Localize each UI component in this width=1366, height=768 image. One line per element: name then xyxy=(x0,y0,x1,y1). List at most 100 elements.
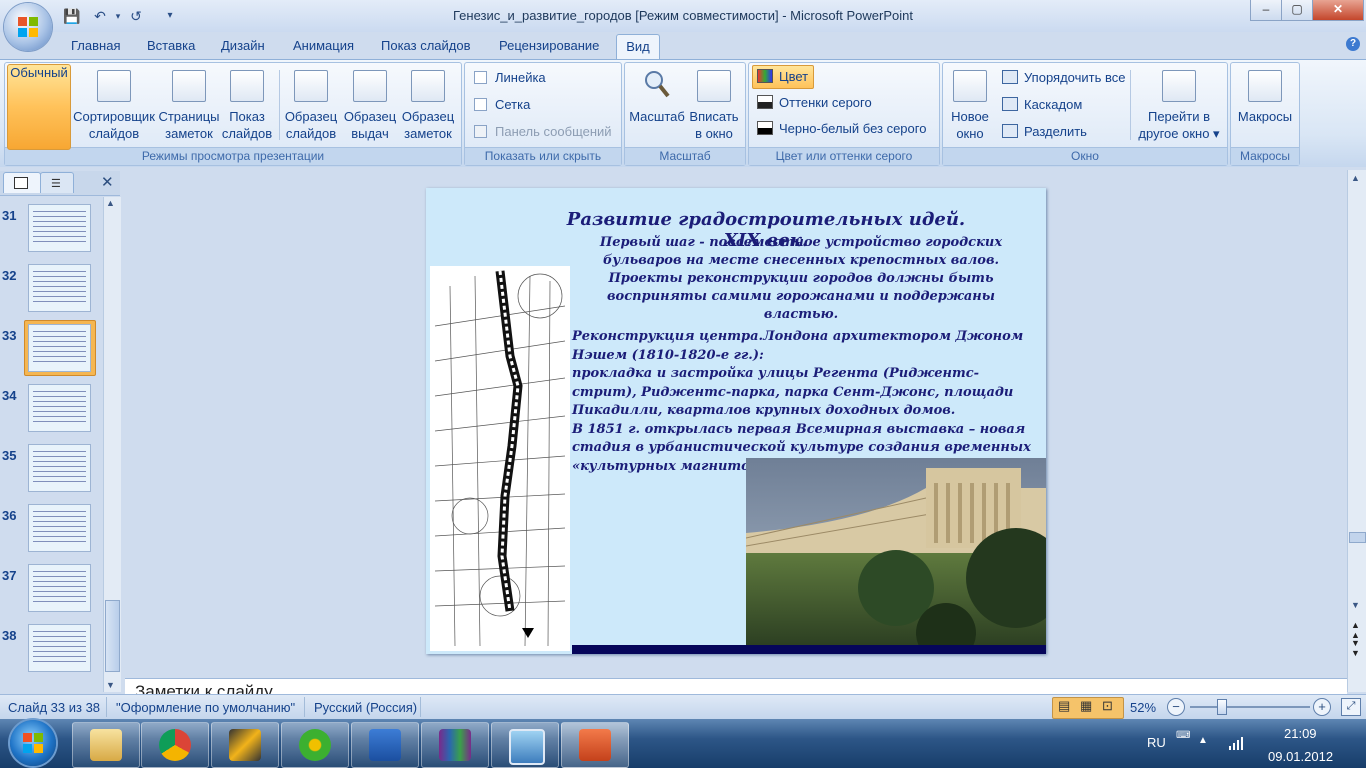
arrange-all-button[interactable]: Упорядочить все xyxy=(1002,70,1125,85)
tab-slides[interactable] xyxy=(3,172,41,193)
tab-outline[interactable]: ☰ xyxy=(40,172,74,193)
zoom-slider-track[interactable] xyxy=(1190,706,1310,708)
notes-pane[interactable]: Заметки к слайду xyxy=(125,678,1347,701)
handout-master-icon xyxy=(353,70,387,102)
thumbnail-text-line xyxy=(33,281,86,282)
language-indicator[interactable]: Русский (Россия) xyxy=(314,700,417,715)
tab-home[interactable]: Главная xyxy=(71,38,120,53)
help-icon[interactable]: ? xyxy=(1346,37,1360,51)
close-button[interactable]: ✕ xyxy=(1312,0,1364,21)
color-button[interactable]: Цвет xyxy=(752,65,814,89)
slide-thumbnail[interactable] xyxy=(28,384,91,432)
regent-street-map-image[interactable] xyxy=(430,266,570,651)
slide-thumbnail[interactable] xyxy=(28,324,91,372)
normal-view-status-icon[interactable]: ▤ xyxy=(1058,698,1070,714)
new-window-button[interactable]: Новое окно xyxy=(944,66,996,146)
zoom-button[interactable]: Масштаб xyxy=(628,66,686,146)
slide-subtitle[interactable]: Первый шаг - повсеместное устройство гор… xyxy=(571,234,1031,324)
scroll-thumb[interactable] xyxy=(105,600,120,672)
zoom-level[interactable]: 52% xyxy=(1130,700,1156,715)
slide-thumbnail[interactable] xyxy=(28,504,91,552)
previous-slide-icon[interactable]: ▲ ▲ xyxy=(1351,620,1360,640)
slide-show-button[interactable]: Показ слайдов xyxy=(220,66,274,146)
grid-checkbox[interactable]: Сетка xyxy=(474,97,530,112)
start-button[interactable] xyxy=(10,720,56,766)
zoom-out-button[interactable]: − xyxy=(1167,698,1185,716)
normal-view-button[interactable]: Обычный xyxy=(7,64,71,150)
word-icon xyxy=(369,729,401,761)
taskbar-powerpoint[interactable] xyxy=(561,722,629,768)
split-button[interactable]: Разделить xyxy=(1002,124,1087,139)
tab-view[interactable]: Вид xyxy=(616,34,660,61)
checkbox-box xyxy=(474,125,487,138)
network-icon[interactable] xyxy=(1228,736,1246,750)
label: в окно xyxy=(695,126,733,141)
office-button[interactable] xyxy=(4,3,52,51)
slide-body-text[interactable]: Реконструкция центра.Лондона архитекторо… xyxy=(572,328,1040,476)
thumbnail-number: 35 xyxy=(2,448,17,463)
next-slide-icon[interactable]: ▼ ▼ xyxy=(1351,638,1360,658)
slide-thumbnail[interactable] xyxy=(28,564,91,612)
switch-windows-icon xyxy=(1162,70,1196,102)
tab-design[interactable]: Дизайн xyxy=(221,38,265,53)
zoom-slider-thumb[interactable] xyxy=(1217,699,1228,715)
thumbnail-text-line xyxy=(33,451,86,452)
zoom-in-button[interactable]: + xyxy=(1313,698,1331,716)
label: Масштаб xyxy=(629,109,685,124)
clock-date[interactable]: 09.01.2012 xyxy=(1268,749,1333,764)
switch-windows-button[interactable]: Перейти в другое окно ▾ xyxy=(1134,66,1224,146)
theme-name[interactable]: "Оформление по умолчанию" xyxy=(116,700,295,715)
scroll-thumb[interactable] xyxy=(1349,532,1366,543)
taskbar-icq[interactable] xyxy=(281,722,349,768)
editor-scrollbar[interactable] xyxy=(1347,170,1366,692)
scroll-down-icon[interactable]: ▼ xyxy=(106,680,115,690)
slide-thumbnail[interactable] xyxy=(28,624,91,672)
clock-time[interactable]: 21:09 xyxy=(1284,726,1317,741)
close-panel-icon[interactable]: ✕ xyxy=(101,173,114,191)
cascade-button[interactable]: Каскадом xyxy=(1002,97,1082,112)
taskbar-chrome[interactable] xyxy=(141,722,209,768)
group-label: Показать или скрыть xyxy=(465,147,621,165)
tab-review[interactable]: Рецензирование xyxy=(499,38,599,53)
tray-expand-icon[interactable]: ▲ xyxy=(1198,735,1208,746)
slideshow-status-icon[interactable]: ⊡ xyxy=(1102,698,1113,714)
taskbar-winamp[interactable] xyxy=(211,722,279,768)
taskbar-photo-viewer[interactable] xyxy=(491,722,559,768)
tab-animation[interactable]: Анимация xyxy=(293,38,354,53)
taskbar-word[interactable] xyxy=(351,722,419,768)
taskbar-explorer[interactable] xyxy=(72,722,140,768)
sorter-view-status-icon[interactable]: ▦ xyxy=(1080,698,1092,714)
scroll-up-icon[interactable]: ▲ xyxy=(1351,173,1360,183)
slide-thumbnail[interactable] xyxy=(28,204,91,252)
current-slide[interactable]: Развитие градостроительных идей. XIX век… xyxy=(426,188,1046,654)
fit-to-window-button[interactable]: Вписать в окно xyxy=(686,66,742,146)
notes-master-button[interactable]: Образец заметок xyxy=(399,66,457,146)
keyboard-icon[interactable]: ⌨ xyxy=(1176,730,1190,741)
slide-thumbnail[interactable] xyxy=(28,264,91,312)
slide-master-icon xyxy=(294,70,328,102)
tab-insert[interactable]: Вставка xyxy=(147,38,195,53)
slide-sorter-button[interactable]: Сортировщик слайдов xyxy=(71,66,157,146)
minimize-button[interactable]: – xyxy=(1250,0,1282,21)
slide-thumbnail[interactable] xyxy=(28,444,91,492)
cascade-icon xyxy=(1002,97,1018,111)
language-tray[interactable]: RU xyxy=(1147,735,1166,750)
macros-icon xyxy=(1248,70,1282,102)
handout-master-button[interactable]: Образец выдач xyxy=(341,66,399,146)
ruler-checkbox[interactable]: Линейка xyxy=(474,70,546,85)
notes-page-button[interactable]: Страницы заметок xyxy=(158,66,220,146)
taskbar-winrar[interactable] xyxy=(421,722,489,768)
black-white-button[interactable]: Черно-белый без серого xyxy=(757,121,926,136)
scroll-up-icon[interactable]: ▲ xyxy=(106,198,115,208)
macros-button[interactable]: Макросы xyxy=(1234,66,1296,146)
royal-crescent-photo[interactable] xyxy=(746,458,1046,646)
scroll-down-icon[interactable]: ▼ xyxy=(1351,600,1360,610)
slide-master-button[interactable]: Образец слайдов xyxy=(282,66,340,146)
tab-slideshow[interactable]: Показ слайдов xyxy=(381,38,471,53)
grayscale-button[interactable]: Оттенки серого xyxy=(757,95,872,110)
fit-slide-icon[interactable]: ⤢ xyxy=(1341,698,1361,716)
maximize-button[interactable]: ▢ xyxy=(1281,0,1313,21)
normal-view-label: Обычный xyxy=(10,65,68,80)
checkbox-box xyxy=(474,71,487,84)
divider xyxy=(279,70,280,140)
